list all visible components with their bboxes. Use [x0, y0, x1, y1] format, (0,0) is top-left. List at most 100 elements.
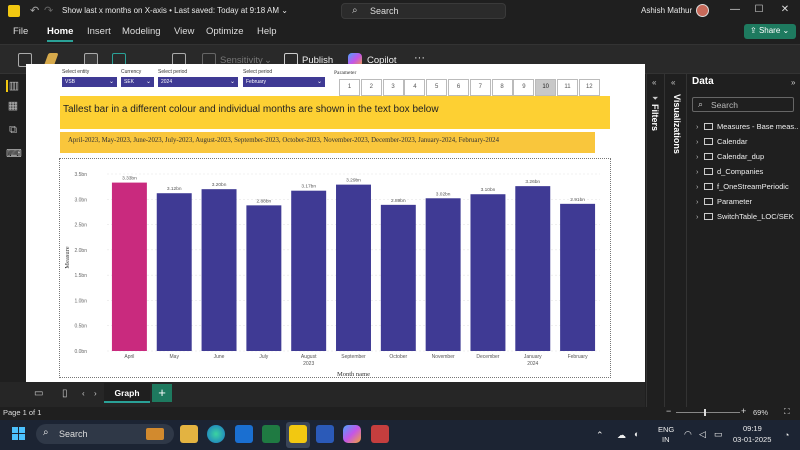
- onedrive-icon[interactable]: ☁: [617, 430, 626, 441]
- slicer-period-year[interactable]: Select period 2024 ⌄: [158, 69, 238, 87]
- title-search-box[interactable]: ⌕ Search: [341, 3, 506, 19]
- redo-icon[interactable]: ↷: [44, 4, 53, 17]
- slicer-entity[interactable]: Select entity VSB ⌄: [62, 69, 117, 87]
- expand-chevron-icon[interactable]: ›: [696, 122, 704, 131]
- data-item[interactable]: › d_Companies: [696, 167, 798, 179]
- parameter-option-2[interactable]: 2: [360, 79, 382, 96]
- avatar[interactable]: [696, 4, 709, 17]
- sticky-notes-icon[interactable]: [371, 425, 389, 443]
- menu-help[interactable]: Help: [257, 26, 277, 37]
- collapse-chevron-icon[interactable]: «: [652, 78, 656, 87]
- zoom-slider-thumb[interactable]: [704, 409, 706, 416]
- menu-home[interactable]: Home: [47, 26, 73, 37]
- volume-icon[interactable]: ◁: [699, 429, 706, 440]
- expand-chevron-icon[interactable]: ›: [696, 212, 704, 221]
- parameter-option-9[interactable]: 9: [513, 79, 535, 96]
- dax-query-view-icon[interactable]: ⌨: [6, 148, 22, 160]
- share-button[interactable]: ⇪ Share ⌄: [744, 24, 796, 39]
- powerbi-taskbar-icon[interactable]: [289, 425, 307, 443]
- bar[interactable]: [111, 182, 147, 351]
- bar[interactable]: [380, 204, 416, 351]
- expand-chevron-icon[interactable]: ›: [696, 167, 704, 176]
- data-item[interactable]: › SwitchTable_LOC/SEK: [696, 212, 798, 224]
- menu-view[interactable]: View: [174, 26, 194, 37]
- slicer-dropdown[interactable]: 2024 ⌄: [158, 77, 238, 87]
- copilot-taskbar-icon[interactable]: [343, 425, 361, 443]
- zoom-level[interactable]: 69%: [753, 408, 768, 417]
- data-item[interactable]: › Parameter: [696, 197, 798, 209]
- filters-pane-collapsed[interactable]: « ⏷ Filters: [646, 74, 664, 407]
- data-item[interactable]: › Calendar_dup: [696, 152, 798, 164]
- bar[interactable]: [560, 203, 596, 351]
- clock-date[interactable]: 03-01-2025: [733, 435, 771, 444]
- menu-optimize[interactable]: Optimize: [206, 26, 243, 37]
- data-item[interactable]: › f_OneStreamPeriodic: [696, 182, 798, 194]
- excel-icon[interactable]: [262, 425, 280, 443]
- fit-to-page-icon[interactable]: ⛶: [784, 407, 790, 417]
- language-line2[interactable]: IN: [662, 435, 670, 444]
- bar-chart-visual[interactable]: 0.0bn 0.5bn 1.0bn 1.5bn 2.0bn 2.5bn 3.0bn 3.5bn…: [59, 158, 611, 378]
- visualizations-label[interactable]: Visualizations: [672, 94, 682, 154]
- parameter-option-4[interactable]: 4: [404, 79, 426, 96]
- user-name[interactable]: Ashish Mathur: [641, 6, 692, 15]
- bar[interactable]: [246, 205, 282, 351]
- zoom-slider[interactable]: [676, 412, 740, 413]
- report-view-icon[interactable]: ▥: [6, 80, 20, 92]
- filters-label[interactable]: Filters: [650, 104, 660, 131]
- more-options-button[interactable]: ···: [414, 52, 425, 64]
- wifi-icon[interactable]: ◠: [684, 429, 692, 440]
- menu-insert[interactable]: Insert: [87, 26, 111, 37]
- expand-chevron-icon[interactable]: ›: [696, 137, 704, 146]
- close-icon[interactable]: ✕: [778, 4, 792, 18]
- parameter-option-12[interactable]: 12: [578, 79, 600, 96]
- taskbar-search[interactable]: ⌕ Search: [36, 424, 174, 444]
- maximize-icon[interactable]: ☐: [752, 4, 766, 18]
- slicer-period-month[interactable]: Select period February ⌄: [243, 69, 325, 87]
- expand-chevron-icon[interactable]: «: [671, 78, 675, 87]
- parameter-option-8[interactable]: 8: [491, 79, 513, 96]
- undo-icon[interactable]: ↶: [30, 4, 39, 17]
- parameter-option-6[interactable]: 6: [448, 79, 469, 96]
- clock-time[interactable]: 09:19: [743, 424, 762, 433]
- expand-chevron-icon[interactable]: ›: [696, 182, 704, 191]
- bar[interactable]: [336, 184, 371, 351]
- slicer-dropdown[interactable]: February ⌄: [243, 77, 325, 87]
- menu-modeling[interactable]: Modeling: [122, 26, 161, 37]
- parameter-option-11[interactable]: 11: [557, 79, 578, 96]
- bar[interactable]: [156, 193, 192, 351]
- file-explorer-icon[interactable]: [180, 425, 198, 443]
- notification-bell-icon[interactable]: ◔: [784, 430, 789, 440]
- battery-icon[interactable]: ▭: [714, 429, 723, 440]
- expand-chevron-icon[interactable]: ›: [696, 152, 704, 161]
- parameter-option-7[interactable]: 7: [469, 79, 491, 96]
- tray-chevron-icon[interactable]: ⌃: [596, 430, 604, 441]
- data-search-input[interactable]: ⌕ Search: [692, 97, 794, 112]
- edge-icon[interactable]: [207, 425, 225, 443]
- bar[interactable]: [515, 186, 551, 351]
- add-page-button[interactable]: +: [152, 384, 172, 402]
- bar[interactable]: [470, 194, 506, 351]
- model-view-icon[interactable]: ⧉: [6, 124, 20, 136]
- bar[interactable]: [201, 189, 237, 351]
- mobile-layout-icon[interactable]: ▯: [62, 388, 68, 399]
- parameter-option-1[interactable]: 1: [339, 79, 360, 96]
- outlook-icon[interactable]: [235, 425, 253, 443]
- word-icon[interactable]: [316, 425, 334, 443]
- desktop-layout-icon[interactable]: ▭: [34, 388, 43, 399]
- language-line1[interactable]: ENG: [658, 425, 674, 434]
- start-button[interactable]: [12, 427, 26, 441]
- zoom-out-icon[interactable]: −: [666, 406, 671, 416]
- parameter-option-5[interactable]: 5: [426, 79, 448, 96]
- bar[interactable]: [291, 190, 327, 351]
- security-icon[interactable]: ◐: [634, 429, 639, 439]
- tab-graph[interactable]: Graph: [104, 383, 150, 403]
- minimize-icon[interactable]: —: [728, 4, 742, 18]
- slicer-dropdown[interactable]: VSB ⌄: [62, 77, 117, 87]
- collapse-data-pane-icon[interactable]: »: [791, 78, 795, 87]
- window-title[interactable]: Show last x months on X-axis • Last save…: [62, 6, 288, 15]
- menu-file[interactable]: File: [13, 26, 28, 37]
- slicer-currency[interactable]: Currency SEK ⌄: [121, 69, 154, 87]
- zoom-in-icon[interactable]: +: [741, 406, 746, 416]
- prev-page-icon[interactable]: ‹: [82, 389, 85, 398]
- slicer-dropdown[interactable]: SEK ⌄: [121, 77, 154, 87]
